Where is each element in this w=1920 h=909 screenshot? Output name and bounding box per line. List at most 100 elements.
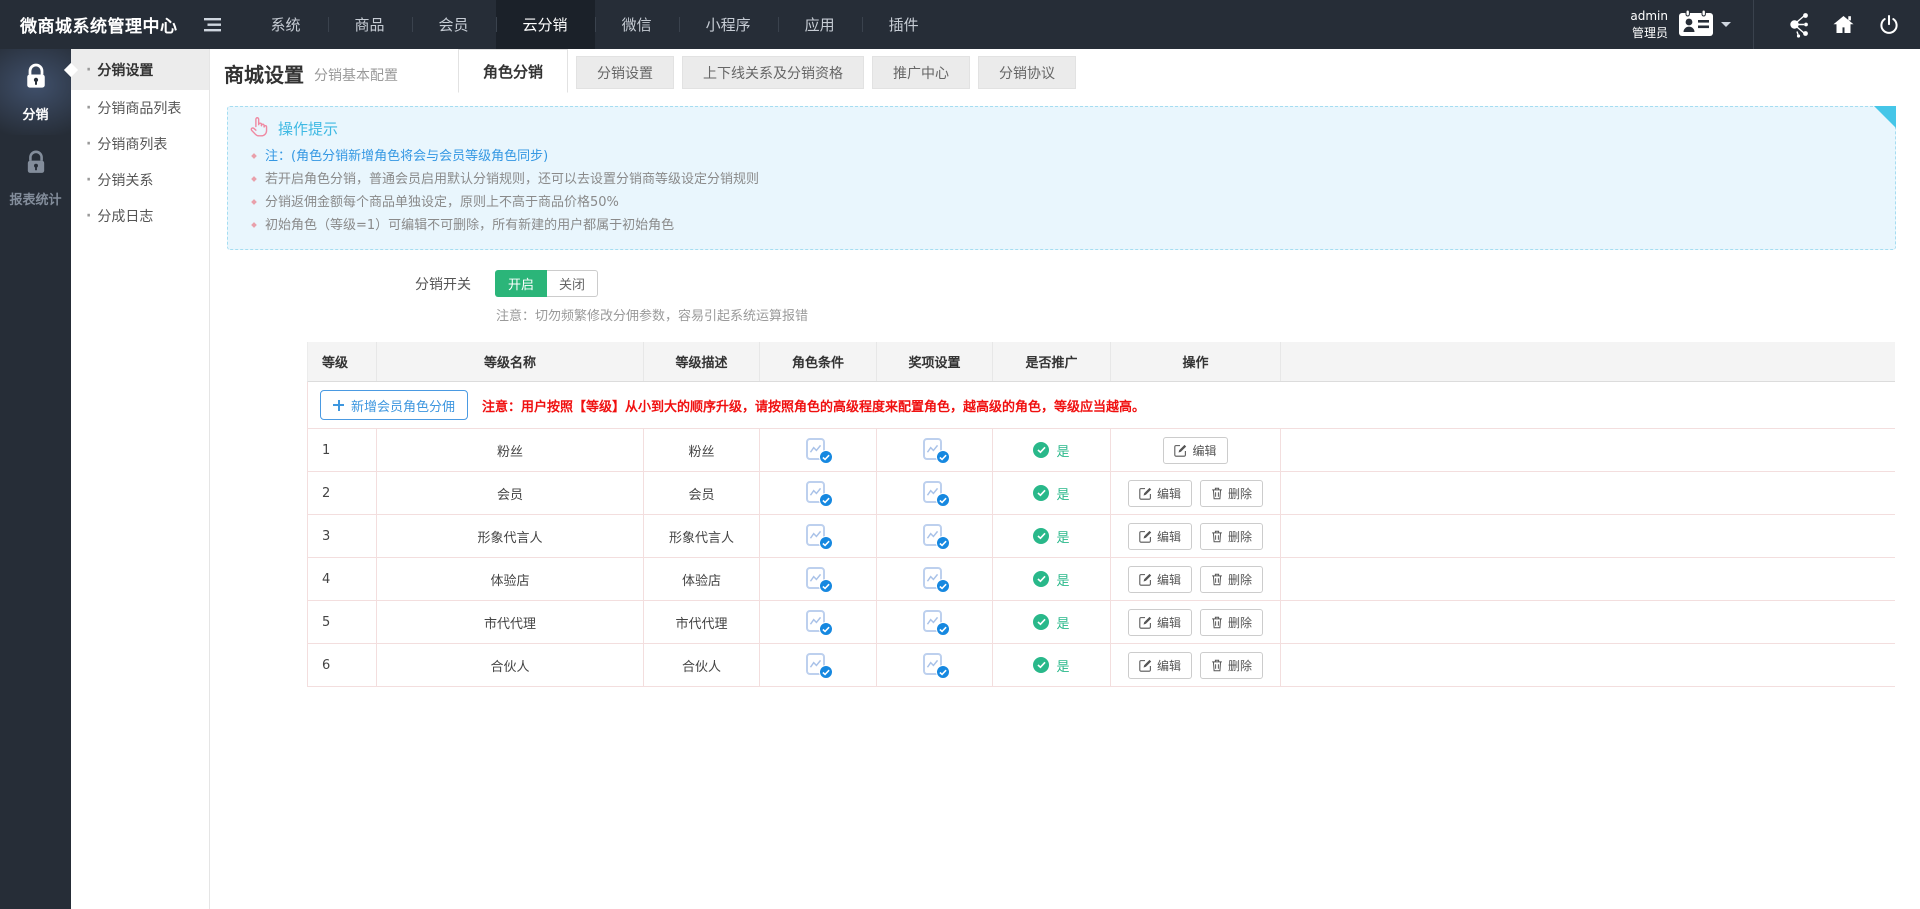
cell-level: 5 bbox=[308, 601, 377, 643]
delete-button[interactable]: 删除 bbox=[1200, 609, 1263, 636]
power-logout-icon[interactable] bbox=[1866, 0, 1912, 49]
checked-badge-icon bbox=[819, 579, 833, 593]
tab-distribution-agreement[interactable]: 分销协议 bbox=[978, 56, 1076, 89]
module-rail: 分销 报表统计 bbox=[0, 49, 71, 909]
cell-empty bbox=[1281, 515, 1895, 557]
promote-yes-label: 是 bbox=[1056, 484, 1069, 503]
cell-level-name: 合伙人 bbox=[377, 644, 644, 686]
hand-pointer-icon bbox=[248, 116, 269, 141]
share-network-icon[interactable] bbox=[1774, 0, 1820, 49]
cell-level: 2 bbox=[308, 472, 377, 514]
role-condition-config-icon[interactable] bbox=[806, 437, 830, 463]
user-name: admin bbox=[1630, 8, 1668, 24]
nav-item-system[interactable]: 系统 bbox=[244, 0, 328, 49]
profile-menu[interactable] bbox=[1678, 9, 1731, 41]
edit-button[interactable]: 编辑 bbox=[1128, 609, 1192, 636]
id-card-icon bbox=[1678, 9, 1714, 41]
sidebar-module-distribution[interactable]: 分销 bbox=[0, 49, 71, 135]
cell-role-condition bbox=[760, 515, 877, 557]
award-setting-config-icon[interactable] bbox=[923, 437, 947, 463]
app-logo: 微商城系统管理中心 bbox=[0, 12, 196, 37]
role-condition-config-icon[interactable] bbox=[806, 609, 830, 635]
nav-item-member[interactable]: 会员 bbox=[412, 0, 496, 49]
award-setting-config-icon[interactable] bbox=[923, 523, 947, 549]
cell-role-condition bbox=[760, 429, 877, 471]
user-role: 管理员 bbox=[1630, 25, 1668, 41]
nav-item-cloud-distribution[interactable]: 云分销 bbox=[496, 0, 595, 49]
cell-award-setting bbox=[877, 558, 993, 600]
cell-role-condition bbox=[760, 472, 877, 514]
check-circle-icon bbox=[1033, 442, 1049, 458]
sidebar-item-distribution-relations[interactable]: 分销关系 bbox=[71, 162, 209, 198]
edit-button[interactable]: 编辑 bbox=[1128, 523, 1192, 550]
table-row: 4 体验店 体验店 是 编辑 删除 bbox=[307, 558, 1895, 601]
add-member-role-button[interactable]: 新增会员角色分佣 bbox=[320, 390, 468, 420]
sidebar-item-commission-log[interactable]: 分成日志 bbox=[71, 198, 209, 234]
table-row: 6 合伙人 合伙人 是 编辑 删除 bbox=[307, 644, 1895, 687]
cell-award-setting bbox=[877, 601, 993, 643]
cell-level-name: 体验店 bbox=[377, 558, 644, 600]
cell-empty bbox=[1281, 472, 1895, 514]
checked-badge-icon bbox=[819, 665, 833, 679]
switch-off-button[interactable]: 关闭 bbox=[547, 270, 598, 297]
menu-toggle-icon[interactable] bbox=[196, 0, 230, 49]
tips-title: 操作提示 bbox=[278, 118, 338, 139]
role-condition-config-icon[interactable] bbox=[806, 523, 830, 549]
delete-button[interactable]: 删除 bbox=[1200, 566, 1263, 593]
module-label: 报表统计 bbox=[9, 189, 61, 208]
cell-actions: 编辑 删除 bbox=[1111, 644, 1281, 686]
edit-button[interactable]: 编辑 bbox=[1163, 437, 1227, 464]
sidebar-module-report-statistics[interactable]: 报表统计 bbox=[0, 135, 71, 221]
delete-button[interactable]: 删除 bbox=[1200, 480, 1263, 507]
tab-updownline-qualification[interactable]: 上下线关系及分销资格 bbox=[682, 56, 864, 89]
cell-empty bbox=[1281, 558, 1895, 600]
tab-role-distribution[interactable]: 角色分销 bbox=[458, 49, 568, 93]
promote-yes-label: 是 bbox=[1056, 441, 1069, 460]
cell-award-setting bbox=[877, 429, 993, 471]
role-condition-config-icon[interactable] bbox=[806, 652, 830, 678]
table-row: 3 形象代言人 形象代言人 是 编辑 删除 bbox=[307, 515, 1895, 558]
checked-badge-icon bbox=[936, 579, 950, 593]
role-condition-config-icon[interactable] bbox=[806, 566, 830, 592]
sidebar-item-distributor-list[interactable]: 分销商列表 bbox=[71, 126, 209, 162]
main-content: 商城设置 分销基本配置 角色分销 分销设置 上下线关系及分销资格 推广中心 分销… bbox=[210, 49, 1920, 687]
checked-badge-icon bbox=[936, 450, 950, 464]
user-info[interactable]: admin 管理员 bbox=[1630, 8, 1668, 40]
cell-actions: 编辑 删除 bbox=[1111, 558, 1281, 600]
checked-badge-icon bbox=[936, 493, 950, 507]
cell-level: 4 bbox=[308, 558, 377, 600]
check-circle-icon bbox=[1033, 657, 1049, 673]
table-header: 等级 等级名称 等级描述 角色条件 奖项设置 是否推广 操作 bbox=[307, 342, 1895, 382]
cell-empty bbox=[1281, 429, 1895, 471]
cell-role-condition bbox=[760, 601, 877, 643]
edit-button[interactable]: 编辑 bbox=[1128, 566, 1192, 593]
delete-button[interactable]: 删除 bbox=[1200, 652, 1263, 679]
role-condition-config-icon[interactable] bbox=[806, 480, 830, 506]
edit-button[interactable]: 编辑 bbox=[1128, 652, 1192, 679]
award-setting-config-icon[interactable] bbox=[923, 480, 947, 506]
home-icon[interactable] bbox=[1820, 0, 1866, 49]
nav-item-app[interactable]: 应用 bbox=[778, 0, 862, 49]
sidebar-item-distribution-settings[interactable]: 分销设置 bbox=[71, 49, 209, 90]
tab-distribution-settings[interactable]: 分销设置 bbox=[576, 56, 674, 89]
tab-promotion-center[interactable]: 推广中心 bbox=[872, 56, 970, 89]
col-actions: 操作 bbox=[1111, 342, 1281, 381]
nav-item-plugin[interactable]: 插件 bbox=[862, 0, 946, 49]
col-level: 等级 bbox=[308, 342, 377, 381]
navbar-right: admin 管理员 bbox=[1630, 0, 1920, 49]
cell-award-setting bbox=[877, 472, 993, 514]
delete-button[interactable]: 删除 bbox=[1200, 523, 1263, 550]
promote-yes-label: 是 bbox=[1056, 613, 1069, 632]
cell-promote: 是 bbox=[993, 429, 1111, 471]
switch-on-button[interactable]: 开启 bbox=[495, 270, 547, 297]
nav-item-miniprogram[interactable]: 小程序 bbox=[679, 0, 778, 49]
col-award-setting: 奖项设置 bbox=[877, 342, 993, 381]
edit-button[interactable]: 编辑 bbox=[1128, 480, 1192, 507]
sidebar-item-distribution-goods-list[interactable]: 分销商品列表 bbox=[71, 90, 209, 126]
nav-item-goods[interactable]: 商品 bbox=[328, 0, 412, 49]
award-setting-config-icon[interactable] bbox=[923, 609, 947, 635]
cell-promote: 是 bbox=[993, 515, 1111, 557]
award-setting-config-icon[interactable] bbox=[923, 566, 947, 592]
award-setting-config-icon[interactable] bbox=[923, 652, 947, 678]
nav-item-wechat[interactable]: 微信 bbox=[595, 0, 679, 49]
